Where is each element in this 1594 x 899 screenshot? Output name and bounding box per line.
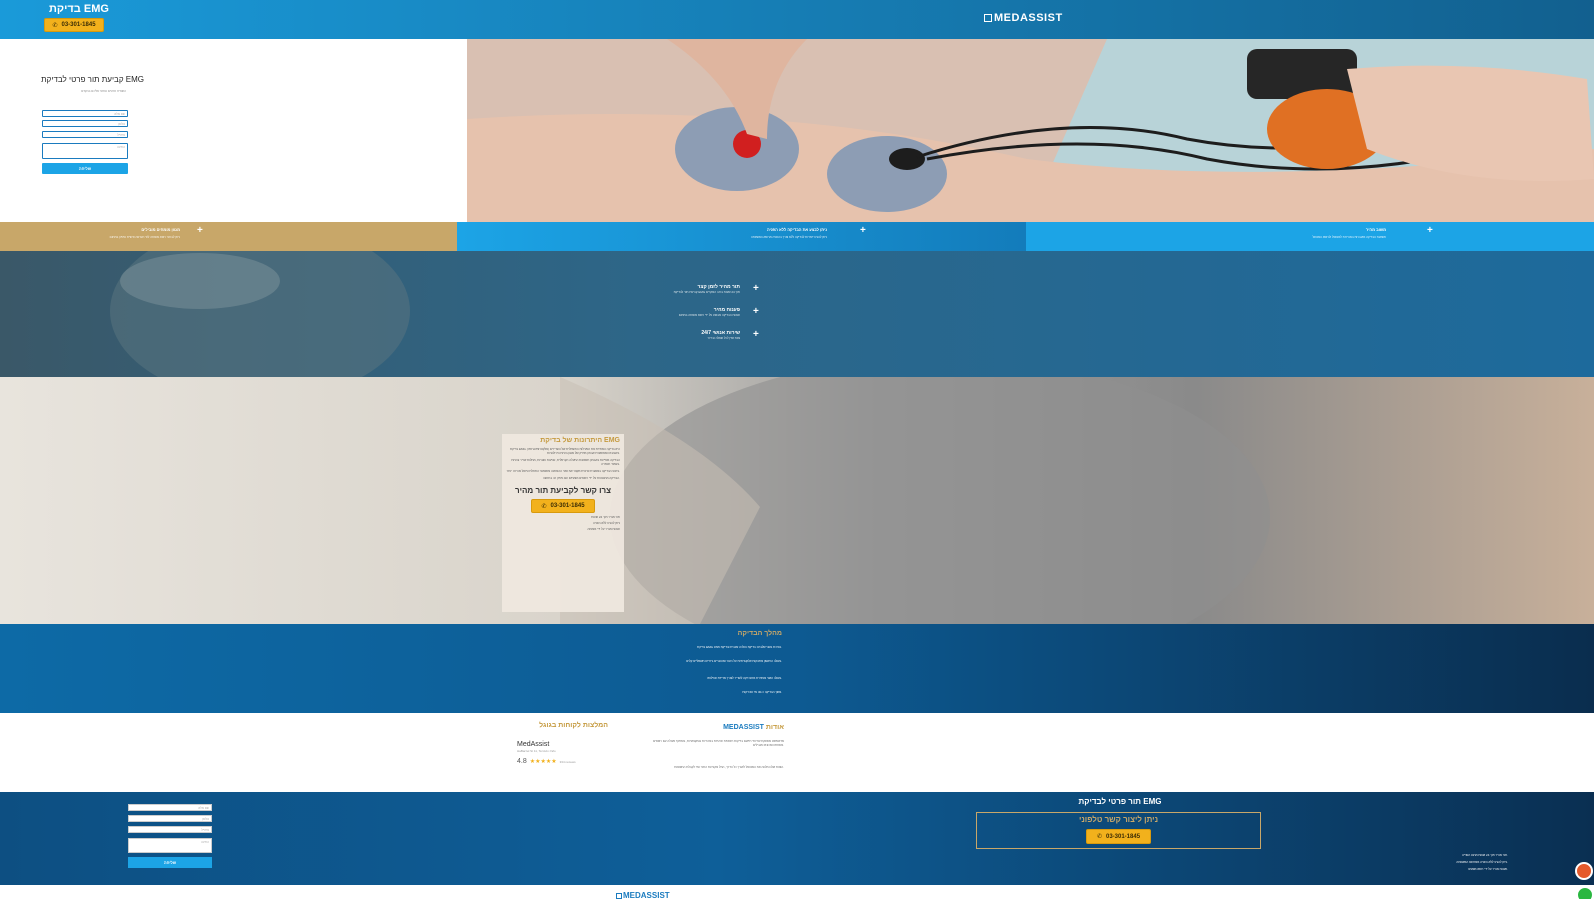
advantages-band [0,377,1594,624]
logo[interactable]: MEDASSIST [984,12,1063,24]
about-paragraph: מדאסיסט מספקת שירותי תיאום בדיקות רפואיו… [653,739,784,747]
footer-box-title: ניתן ליצור קשר טלפוני [1078,815,1159,824]
feature-title: ניתן לבצע את הבדיקה ללא הפניה [766,227,827,232]
advantages-paragraph: הבדיקה מסייעת באבחון תסמונת התעלה הקרפלי… [511,458,620,466]
advantages-paragraph: ביצוע הבדיקה במסגרת פרטית מקצר את זמני ה… [506,469,620,473]
feature-desc: ניתן להגיע ישירות לבדיקה ללא צורך בהפניה… [750,235,827,239]
process-paragraph: משך הבדיקה כ-30 עד 60 דקות. [742,690,782,694]
message-textarea[interactable]: הודעה [42,143,128,159]
feature-desc: ניתן לבחור רופא מומחה לפי העדפה אישית ונ… [109,235,180,239]
plus-icon[interactable]: + [753,284,759,294]
patient-background-image [560,377,1270,624]
plus-icon[interactable]: + [860,226,866,236]
process-paragraph: בשלב השני מוחדרת מחט דקה לשריר לצורך מדי… [707,676,782,680]
process-band [0,624,1594,713]
process-paragraph: בדיקת EMG נערכת בשני שלבים: בדיקת הולכה … [697,645,782,649]
footer-phone-input[interactable]: טלפון [128,815,212,822]
feature-strip-specialists: מגוון מומחים מובילים ניתן לבחור רופא מומ… [0,222,457,251]
list-item: תור מהיר תוך 24 שעות [591,515,620,519]
phone-icon: ✆ [1096,834,1102,840]
name-input[interactable]: שם מלא [42,110,128,117]
business-rating: 4.8 ★★★★★ 334 reviews [517,758,576,765]
footer-name-input[interactable]: שם מלא [128,804,212,811]
advantages-paragraph: בדיקת EMG (אלקטרומיוגרפיה) היא בדיקה המו… [510,447,620,455]
doctor-background-image [110,251,410,377]
hero-image [467,39,1594,222]
emg-test-illustration [467,39,1594,222]
form-title: קביעת תור פרטי לבדיקת EMG [41,75,144,84]
reviews-title: המלצות לקוחות בגוגל [539,722,608,729]
process-paragraph: בשלב הראשון מודבקות אלקטרודות על העור ומ… [686,659,782,663]
advantages-card: היתרונות של בדיקת EMG בדיקת EMG (אלקטרומ… [502,434,624,612]
footer-email-input[interactable]: אימייל [128,826,212,833]
business-name[interactable]: MedAssist [517,741,549,748]
feature-title: משוב מהיר [1365,227,1386,232]
footer-phone-button[interactable]: ✆ 03-301-1845 [1086,829,1151,844]
feature-title: מגוון מומחים מובילים [141,227,180,232]
header-title: בדיקת EMG [49,3,109,15]
feature-desc: תוצאות הבדיקה מועברות במהירות למטופל ולר… [1312,235,1386,239]
submit-button[interactable]: שליחה [42,163,128,174]
footer-message-textarea[interactable]: הודעה [128,838,212,853]
phone-input[interactable]: טלפון [42,120,128,127]
logo-mark-icon [984,14,992,22]
logo-mark-icon [616,892,622,899]
phone-icon: ✆ [541,503,547,510]
site-header: בדיקת EMG ✆ 03-301-1845 MEDASSIST [0,0,1594,39]
benefits-band [0,251,1594,377]
plus-icon[interactable]: + [197,226,203,236]
advantages-phone-button[interactable]: ✆ 03-301-1845 [531,499,595,513]
business-address: HaBarzel St 11, Tel Aviv-Yafo [517,749,556,753]
footer-list-item: ניתן להגיע ללא הפניה ממרופא המשפחה. [1456,860,1508,864]
footer-bottom-bar [0,885,1594,899]
footer-band [0,792,1594,885]
benefit-item: פענוח מהיר פענוח הבדיקה מבוצע על ידי רופ… [678,307,740,317]
chat-icon[interactable] [1575,862,1593,880]
footer-title: תור פרטי לבדיקת EMG [1078,797,1162,806]
plus-icon[interactable]: + [1427,226,1433,236]
footer-list-item: פענוח מהיר על ידי רופא מומחה. [1467,867,1508,871]
email-input[interactable]: אימייל [42,131,128,138]
feature-strip-fast-feedback: משוב מהיר תוצאות הבדיקה מועברות במהירות … [1026,222,1594,251]
benefit-item: תור מהיר לזמן קצר קביעת תור לבדיקת EMG ת… [673,284,740,294]
advantages-title: היתרונות של בדיקת EMG [540,437,620,444]
plus-icon[interactable]: + [753,307,759,317]
process-title: מהלך הבדיקה [737,630,782,637]
header-phone-button[interactable]: ✆ 03-301-1845 [44,18,104,32]
advantages-cta: צרו קשר לקביעת תור מהיר [514,486,612,495]
list-item: ניתן להגיע ללא הפניה [592,521,620,525]
about-title: MEDASSIST אודות [723,724,784,731]
about-paragraph: הצוות שלנו מלווה את המטופל לאורך כל הדרך… [674,765,784,769]
about-reviews-band [0,713,1594,792]
benefit-item: שירות אנושי 24/7 צוות זמין לכל שאלה וביר… [701,330,740,340]
list-item: פענוח מהיר על ידי מומחה [587,527,620,531]
whatsapp-icon[interactable] [1578,888,1592,899]
form-subtitle: השאירו פרטים ונחזור אליכם בהקדם [81,89,126,93]
footer-logo[interactable]: MEDASSIST [616,891,670,899]
star-rating-icon: ★★★★★ [529,759,557,765]
advantages-paragraph: הבדיקה מתבצעת על ידי רופאים מומחים עם ני… [543,476,620,480]
feature-strip-no-referral: ניתן לבצע את הבדיקה ללא הפניה ניתן להגיע… [457,222,1026,251]
phone-icon: ✆ [52,22,58,29]
footer-submit-button[interactable]: שליחה [128,857,212,868]
plus-icon[interactable]: + [753,330,759,340]
footer-list-item: תור מהיר תוך 24 שעות מרגע הפנייה. [1461,853,1508,857]
